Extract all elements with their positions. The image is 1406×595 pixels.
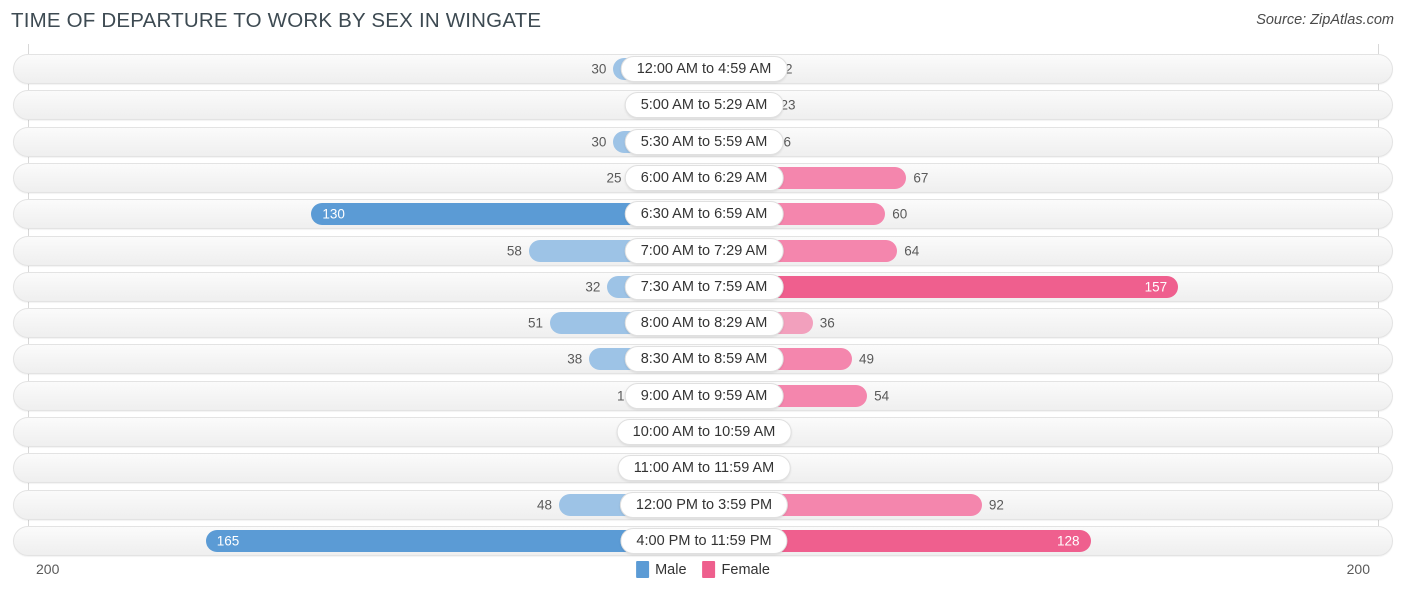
- table-row[interactable]: 38 49 8:30 AM to 8:59 AM: [13, 344, 1394, 375]
- male-value-label: 25: [606, 170, 622, 186]
- male-value-label: 165: [216, 533, 240, 549]
- row-category-label: 12:00 AM to 4:59 AM: [620, 56, 788, 82]
- male-value-label: 30: [591, 61, 607, 77]
- chart-footer: 200 200 Male Female: [0, 555, 1406, 595]
- male-value-label: 38: [567, 351, 583, 367]
- table-row[interactable]: 13549:00 AM to 9:59 AM: [13, 380, 1394, 411]
- table-row[interactable]: 0235:00 AM to 5:29 AM: [13, 90, 1394, 121]
- plot-area: 302212:00 AM to 4:59 AM 0235:00 AM to 5:2…: [0, 44, 1406, 556]
- axis-label-right: 200: [1346, 561, 1370, 577]
- source-attribution: Source: ZipAtlas.com: [1256, 12, 1394, 28]
- table-row[interactable]: 51 36 8:00 AM to 8:29 AM: [13, 308, 1394, 339]
- row-bars: 30 16 5:30 AM to 5:59 AM: [14, 128, 1394, 156]
- chart-root: TIME OF DEPARTURE TO WORK BY SEX IN WING…: [0, 0, 1406, 595]
- legend-item-male[interactable]: Male: [636, 561, 687, 578]
- row-category-label: 4:00 PM to 11:59 PM: [620, 527, 788, 554]
- row-category-label: 9:00 AM to 9:59 AM: [624, 382, 784, 409]
- row-bars: 25 67 6:00 AM to 6:29 AM: [14, 164, 1394, 192]
- row-category-label: 6:30 AM to 6:59 AM: [624, 201, 784, 228]
- male-value-label: 30: [591, 134, 607, 150]
- row-bars: 48 92 12:00 PM to 3:59 PM: [14, 491, 1394, 519]
- female-value-label: 64: [904, 243, 920, 258]
- female-value-label: 54: [874, 388, 890, 404]
- female-value-label: 157: [1144, 279, 1168, 295]
- row-category-label: 5:00 AM to 5:29 AM: [624, 92, 784, 119]
- table-row[interactable]: 302212:00 AM to 4:59 AM: [13, 54, 1393, 84]
- table-row[interactable]: 130 60 6:30 AM to 6:59 AM: [13, 199, 1394, 230]
- legend-label: Male: [655, 561, 687, 578]
- row-bars: 58 64 7:00 AM to 7:29 AM: [14, 237, 1394, 265]
- row-category-label: 12:00 PM to 3:59 PM: [619, 491, 789, 518]
- male-value-label: 130: [322, 206, 345, 222]
- female-value-label: 60: [892, 206, 908, 222]
- page-title: TIME OF DEPARTURE TO WORK BY SEX IN WING…: [11, 9, 542, 32]
- table-row[interactable]: 165 128 4:00 PM to 11:59 PM: [13, 525, 1394, 556]
- row-category-label: 7:30 AM to 7:59 AM: [624, 273, 784, 300]
- legend-item-female[interactable]: Female: [702, 561, 770, 578]
- table-row[interactable]: 48 92 12:00 PM to 3:59 PM: [13, 489, 1394, 520]
- row-category-label: 11:00 AM to 11:59 AM: [617, 455, 791, 482]
- chart-legend: Male Female: [636, 561, 770, 578]
- table-row[interactable]: 25 67 6:00 AM to 6:29 AM: [13, 162, 1394, 193]
- row-category-label: 6:00 AM to 6:29 AM: [624, 164, 784, 191]
- chart-header: TIME OF DEPARTURE TO WORK BY SEX IN WING…: [0, 0, 1406, 42]
- male-value-label: 48: [537, 497, 553, 513]
- table-row[interactable]: 32 157 7:30 AM to 7:59 AM: [13, 271, 1394, 302]
- row-bars: 01911:00 AM to 11:59 AM: [14, 454, 1394, 482]
- female-value-label: 128: [1057, 533, 1080, 549]
- legend-label: Female: [721, 561, 770, 578]
- table-row[interactable]: 5010:00 AM to 10:59 AM: [13, 417, 1393, 447]
- table-row[interactable]: 58 64 7:00 AM to 7:29 AM: [13, 235, 1394, 266]
- male-value-label: 51: [527, 315, 543, 331]
- row-bars: 51 36 8:00 AM to 8:29 AM: [14, 309, 1394, 337]
- row-bars: 0235:00 AM to 5:29 AM: [14, 91, 1394, 119]
- row-category-label: 8:30 AM to 8:59 AM: [624, 346, 784, 373]
- table-row[interactable]: 30 16 5:30 AM to 5:59 AM: [13, 126, 1394, 157]
- legend-swatch-icon: [636, 561, 650, 578]
- row-bars: 38 49 8:30 AM to 8:59 AM: [14, 345, 1394, 373]
- row-bars: 165 128 4:00 PM to 11:59 PM: [14, 527, 1394, 555]
- row-bars: 5010:00 AM to 10:59 AM: [14, 418, 1394, 446]
- row-category-label: 5:30 AM to 5:59 AM: [624, 128, 784, 155]
- female-value-label: 36: [819, 315, 835, 331]
- legend-swatch-icon: [702, 561, 716, 578]
- row-category-label: 8:00 AM to 8:29 AM: [624, 310, 784, 337]
- female-value-label: 67: [913, 170, 929, 186]
- male-value-label: 58: [506, 243, 522, 258]
- table-row[interactable]: 01911:00 AM to 11:59 AM: [13, 453, 1394, 484]
- axis-label-left: 200: [36, 561, 60, 577]
- row-category-label: 10:00 AM to 10:59 AM: [616, 419, 792, 445]
- row-bars: 13549:00 AM to 9:59 AM: [14, 382, 1394, 410]
- female-value-label: 49: [858, 351, 874, 367]
- row-bars: 32 157 7:30 AM to 7:59 AM: [14, 273, 1394, 301]
- row-bars: 302212:00 AM to 4:59 AM: [14, 55, 1394, 83]
- row-bars: 130 60 6:30 AM to 6:59 AM: [14, 200, 1394, 228]
- male-value-label: 32: [585, 279, 601, 295]
- female-value-label: 92: [988, 497, 1004, 513]
- row-category-label: 7:00 AM to 7:29 AM: [624, 237, 784, 264]
